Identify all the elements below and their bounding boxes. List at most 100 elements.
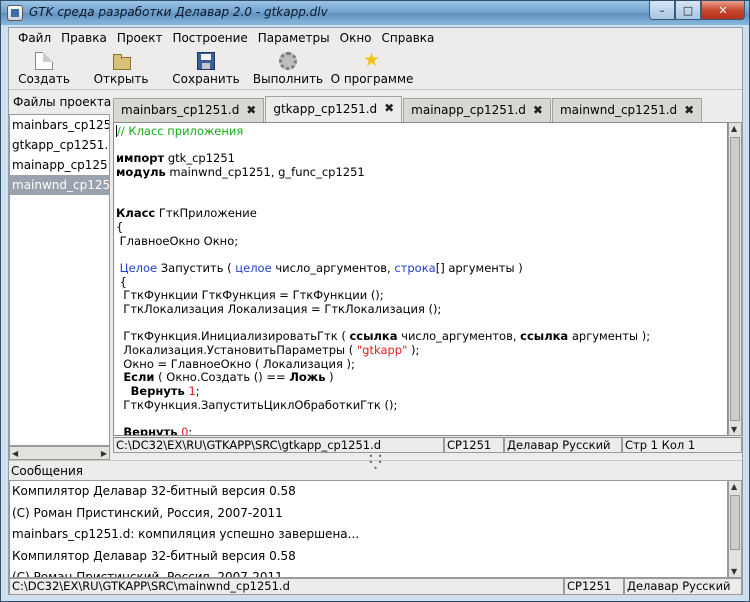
- code-line: ГткФункция.ИнициализироватьГтк ( ссылка …: [116, 329, 651, 344]
- code-token: целое: [235, 260, 272, 275]
- code-token: ГлавноеОкно Окно;: [116, 233, 239, 248]
- toolbar-button[interactable]: Открыть: [79, 48, 163, 89]
- code-token: аргументы );: [568, 329, 651, 344]
- menu-item[interactable]: Параметры: [253, 28, 335, 48]
- message-line: Компилятор Делавар 32-битный версия 0.58: [12, 548, 296, 563]
- project-file-item[interactable]: mainbars_cp1251.d: [10, 115, 109, 135]
- messages-scroll-thumb[interactable]: [730, 495, 740, 550]
- code-token: [] аргументы ): [435, 260, 523, 275]
- close-tab-icon[interactable]: ✖: [245, 104, 257, 116]
- client-area: Файл Правка Проект Построение Параметры Окно С…: [8, 27, 743, 595]
- project-panel: Файлы проекта mainbars_cp1251.dgtkapp_cp…: [9, 92, 112, 460]
- toolbar-button-label: Сохранить: [172, 72, 240, 86]
- gear-icon: [279, 52, 297, 70]
- code-token: Класс: [116, 206, 156, 221]
- code-line: Целое Запустить ( целое число_аргументов…: [116, 260, 650, 276]
- toolbar-button[interactable]: Выполнить: [249, 48, 327, 89]
- editor-tab[interactable]: gtkapp_cp1251.d ✖: [265, 96, 403, 123]
- message-line: Компилятор Делавар 32-битный версия 0.58: [12, 484, 296, 498]
- editor-tab[interactable]: mainapp_cp1251.d ✖: [403, 98, 551, 122]
- project-file-list[interactable]: mainbars_cp1251.dgtkapp_cp1251.dmainapp_…: [9, 114, 110, 446]
- code-line: ГткЛокализация Локализация = ГткЛокализа…: [116, 301, 650, 317]
- editor-tab[interactable]: mainwnd_cp1251.d ✖: [551, 98, 703, 122]
- code-token: Локализация.УстановитьПараметры (: [116, 343, 357, 357]
- project-file-item[interactable]: gtkapp_cp1251.d: [10, 135, 109, 155]
- editor-tab[interactable]: mainbars_cp1251.d ✖: [113, 98, 265, 122]
- scroll-down-icon[interactable]: ▼: [731, 567, 737, 576]
- message-line: (C) Роман Пристинский, Россия, 2007-2011: [12, 505, 283, 520]
- messages-list[interactable]: Компилятор Делавар 32-битный версия 0.58…: [9, 480, 728, 578]
- minimize-button[interactable]: –: [649, 1, 675, 20]
- close-tab-icon[interactable]: ✖: [683, 104, 695, 116]
- scroll-right-icon[interactable]: ▶: [101, 449, 107, 458]
- menu-item[interactable]: Построение: [167, 28, 252, 48]
- menu-item[interactable]: Проект: [112, 28, 168, 48]
- toolbar-button-label: О программе: [330, 72, 414, 86]
- code-token: строка: [394, 260, 436, 275]
- editor-tab-label: mainapp_cp1251.d: [411, 103, 526, 117]
- scroll-down-icon[interactable]: ▼: [731, 425, 737, 434]
- code-line: модуль mainwnd_cp1251, g_func_cp1251: [116, 165, 650, 180]
- menu-bar: Файл Правка Проект Построение Параметры Окно С…: [9, 28, 742, 48]
- toolbar-button[interactable]: О программе: [327, 48, 417, 89]
- code-token: ГткЛокализация Локализация = ГткЛокализа…: [116, 301, 442, 316]
- messages-title: Сообщения: [9, 460, 742, 480]
- editor-status-bar: C:\DC32\EX\RU\GTKAPP\SRC\gtkapp_cp1251.d…: [113, 437, 742, 453]
- code-token: Окно = ГлавноеОкно ( Локализация );: [116, 356, 355, 371]
- editor-vertical-scrollbar[interactable]: ▲ ▼: [728, 122, 742, 436]
- close-button[interactable]: ✕: [701, 1, 745, 20]
- project-horizontal-scrollbar[interactable]: ◀ ▶: [9, 446, 110, 460]
- editor-scroll-thumb[interactable]: [730, 137, 740, 421]
- scroll-up-icon[interactable]: ▲: [731, 124, 737, 133]
- code-line: ГткФункции ГткФункция = ГткФункции ();: [116, 288, 650, 303]
- code-token: 1: [188, 384, 196, 399]
- code-token: ( Окно.Создать () ==: [154, 370, 290, 385]
- scroll-left-icon[interactable]: ◀: [12, 449, 18, 458]
- code-line: Окно = ГлавноеОкно ( Локализация );: [116, 356, 650, 372]
- project-file-item[interactable]: mainapp_cp1251.d: [10, 155, 109, 175]
- open-folder-icon: [112, 52, 131, 70]
- code-token: Если: [123, 370, 155, 385]
- messages-vertical-scrollbar[interactable]: ▲ ▼: [728, 480, 742, 578]
- code-line: ГткФункция.ЗапуститьЦиклОбработкиГтк ();: [116, 397, 650, 413]
- menu-item[interactable]: Справка: [377, 28, 440, 48]
- menu-item[interactable]: Окно: [335, 28, 377, 48]
- code-token: ;: [188, 425, 193, 436]
- code-token: gtk_cp1251: [164, 151, 235, 166]
- editor-tab-label: gtkapp_cp1251.d: [273, 102, 378, 116]
- code-token: mainwnd_cp1251, g_func_cp1251: [165, 165, 365, 180]
- code-token: ;: [195, 384, 200, 399]
- code-token: );: [407, 343, 420, 357]
- status-file-path: C:\DC32\EX\RU\GTKAPP\SRC\mainwnd_cp1251.…: [9, 578, 564, 595]
- window-controls: – □ ✕: [649, 1, 745, 20]
- code-token: импорт: [116, 151, 165, 166]
- toolbar-button[interactable]: Сохранить: [163, 48, 249, 89]
- code-token: ГткФункция.ЗапуститьЦиклОбработкиГтк ();: [116, 397, 398, 412]
- app-icon: [7, 5, 23, 21]
- title-bar[interactable]: GTK среда разработки Делавар 2.0 - gtkap…: [1, 1, 749, 25]
- main-status-bar: C:\DC32\EX\RU\GTKAPP\SRC\mainwnd_cp1251.…: [9, 578, 742, 595]
- code-token: ГткФункции ГткФункция = ГткФункции ();: [116, 288, 384, 303]
- project-file-item[interactable]: mainwnd_cp1251.d: [10, 175, 109, 195]
- code-token: модуль: [116, 165, 166, 180]
- code-editor[interactable]: // Класс приложения импорт gtk_cp1251 моду…: [113, 122, 728, 436]
- code-text: // Класс приложения импорт gtk_cp1251 моду…: [116, 124, 651, 436]
- toolbar-button[interactable]: Создать: [9, 48, 79, 89]
- code-token: Целое: [119, 260, 158, 275]
- status-encoding: CP1251: [564, 578, 624, 595]
- project-panel-title: Файлы проекта: [9, 92, 112, 113]
- scroll-up-icon[interactable]: ▲: [731, 482, 737, 491]
- menu-item[interactable]: Файл: [13, 28, 56, 48]
- close-tab-icon[interactable]: ✖: [383, 102, 395, 114]
- editor-tab-label: mainwnd_cp1251.d: [559, 103, 678, 117]
- editor-tabs: mainbars_cp1251.d ✖ gtkapp_cp1251.d ✖ mainap…: [113, 96, 742, 123]
- maximize-button[interactable]: □: [675, 1, 701, 20]
- close-tab-icon[interactable]: ✖: [532, 104, 544, 116]
- menu-item[interactable]: Правка: [56, 28, 112, 48]
- message-line: (C) Роман Пристинский, Россия, 2007-2011: [12, 570, 283, 578]
- window-title: GTK среда разработки Делавар 2.0 - gtkap…: [29, 5, 328, 19]
